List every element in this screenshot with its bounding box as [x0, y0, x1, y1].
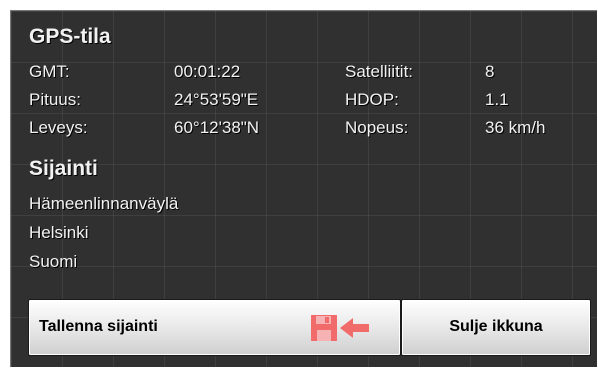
- speed-label: Nopeus:: [345, 118, 409, 137]
- longitude-label: Pituus:: [29, 90, 81, 109]
- gps-status-title: GPS-tila: [29, 25, 111, 48]
- satellites-value: 8: [485, 62, 495, 81]
- satellites-label: Satelliitit:: [345, 62, 414, 81]
- location-street: Hämeenlinnanväylä: [29, 194, 179, 213]
- hdop-value: 1.1: [485, 90, 509, 109]
- location-city: Helsinki: [29, 223, 89, 242]
- save-location-icon: [311, 315, 369, 341]
- gps-status-window: GPS-tila GMT: 00:01:22 Satelliitit: 8 Pi…: [10, 10, 597, 367]
- close-window-button[interactable]: Sulje ikkuna: [401, 299, 591, 356]
- close-window-label: Sulje ikkuna: [449, 318, 543, 335]
- save-location-label: Tallenna sijainti: [39, 318, 158, 335]
- gmt-label: GMT:: [29, 62, 70, 81]
- hdop-label: HDOP:: [345, 90, 399, 109]
- speed-value: 36 km/h: [485, 118, 546, 137]
- save-location-button[interactable]: Tallenna sijainti: [28, 299, 401, 356]
- latitude-label: Leveys:: [29, 118, 88, 137]
- gmt-value: 00:01:22: [174, 62, 241, 81]
- location-title: Sijainti: [29, 157, 98, 180]
- longitude-value: 24°53'59"E: [174, 90, 259, 109]
- location-country: Suomi: [29, 252, 78, 271]
- latitude-value: 60°12'38"N: [174, 118, 260, 137]
